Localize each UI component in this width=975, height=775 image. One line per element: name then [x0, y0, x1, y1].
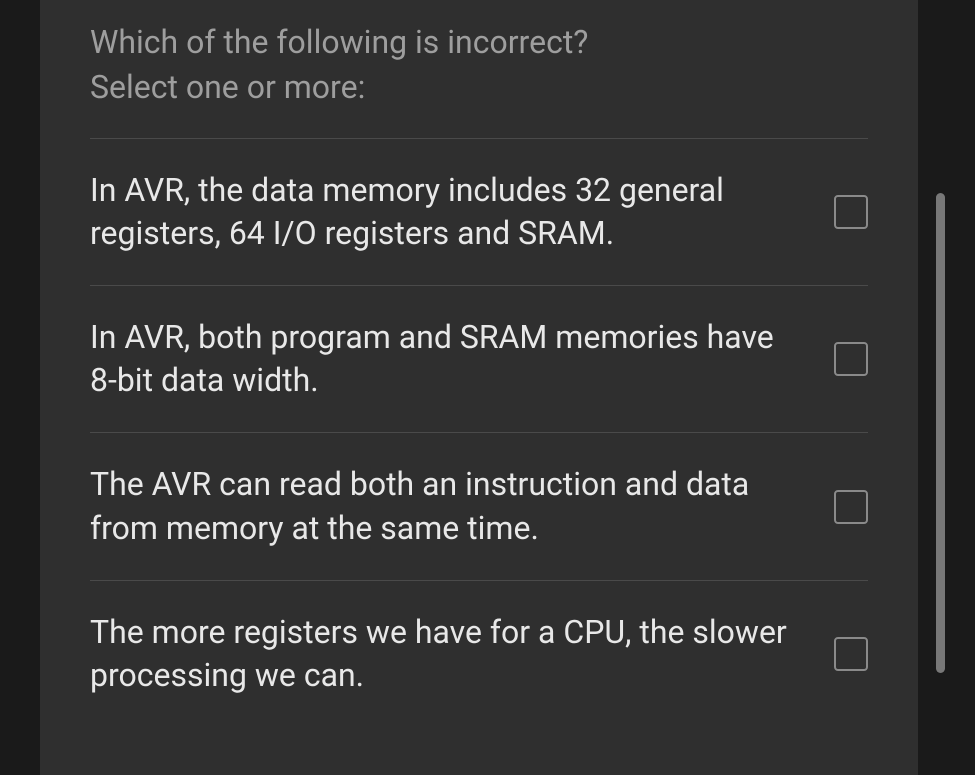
- option-label: The AVR can read both an instruction and…: [90, 463, 834, 549]
- option-label: In AVR, both program and SRAM memories h…: [90, 316, 834, 402]
- options-list: In AVR, the data memory includes 32 gene…: [90, 139, 868, 708]
- option-checkbox[interactable]: [834, 342, 868, 376]
- option-row[interactable]: The AVR can read both an instruction and…: [90, 433, 868, 580]
- option-label: The more registers we have for a CPU, th…: [90, 611, 834, 697]
- option-row[interactable]: In AVR, the data memory includes 32 gene…: [90, 139, 868, 286]
- option-label: In AVR, the data memory includes 32 gene…: [90, 169, 834, 255]
- question-prompt: Which of the following is incorrect?: [90, 20, 868, 65]
- option-checkbox[interactable]: [834, 490, 868, 524]
- option-row[interactable]: The more registers we have for a CPU, th…: [90, 581, 868, 707]
- question-panel: Which of the following is incorrect? Sel…: [40, 0, 918, 775]
- question-header: Which of the following is incorrect? Sel…: [90, 20, 868, 139]
- question-instruction: Select one or more:: [90, 65, 868, 110]
- option-checkbox[interactable]: [834, 637, 868, 671]
- scrollbar-track[interactable]: [936, 0, 945, 775]
- scrollbar-thumb[interactable]: [936, 193, 945, 673]
- option-row[interactable]: In AVR, both program and SRAM memories h…: [90, 286, 868, 433]
- quiz-container: Which of the following is incorrect? Sel…: [0, 0, 975, 775]
- option-checkbox[interactable]: [834, 195, 868, 229]
